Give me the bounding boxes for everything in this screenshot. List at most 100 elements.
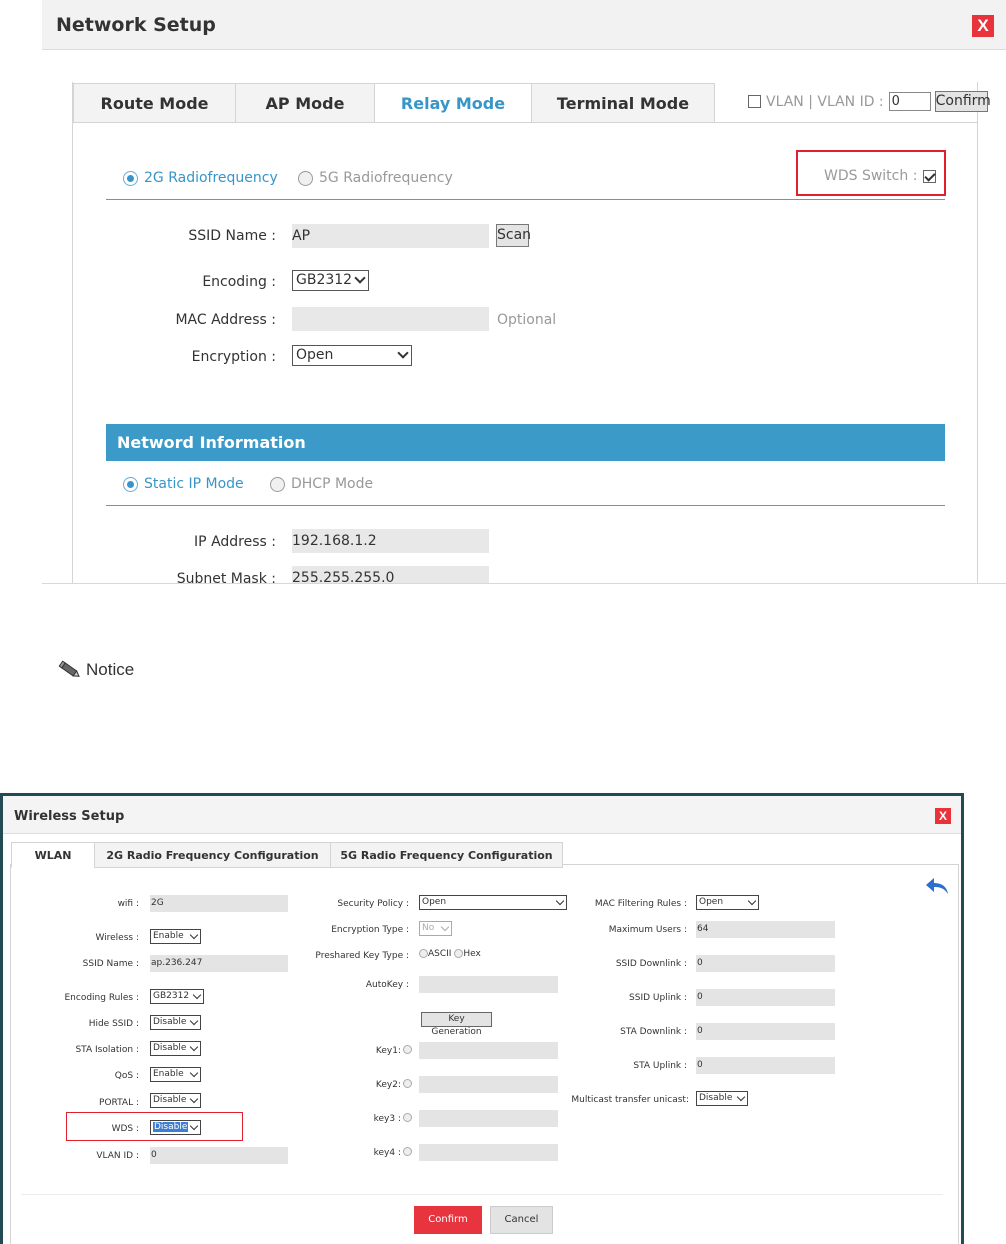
radio-static-ip-label: Static IP Mode: [144, 476, 244, 492]
key2-input[interactable]: [419, 1076, 558, 1093]
ssid-uplink-input[interactable]: 0: [696, 989, 835, 1006]
ssid-name-input[interactable]: ap.236.247: [150, 955, 288, 972]
close-icon[interactable]: X: [935, 808, 951, 824]
back-arrow-icon[interactable]: [924, 876, 950, 896]
tab-2g-config[interactable]: 2G Radio Frequency Configuration: [94, 842, 330, 868]
security-policy-label: Security Policy :: [337, 899, 409, 909]
portal-value: Disable: [153, 1095, 187, 1105]
vlan-control: VLAN | VLAN ID : 0 Confirm: [748, 91, 991, 112]
ssid-name-input[interactable]: AP: [292, 224, 489, 248]
radio-hex[interactable]: [454, 949, 464, 958]
wireless-setup-title: Wireless Setup: [14, 809, 125, 824]
chevron-down-icon: [189, 1094, 199, 1104]
mac-optional-hint: Optional: [497, 312, 557, 328]
ip-address-input[interactable]: 192.168.1.2: [292, 529, 489, 553]
encoding-rules-select[interactable]: GB2312: [150, 989, 204, 1004]
tab-terminal-mode[interactable]: Terminal Mode: [531, 83, 715, 123]
scan-button[interactable]: Scan: [496, 224, 531, 247]
encoding-select[interactable]: GB2312: [292, 270, 369, 291]
encoding-value: GB2312: [296, 272, 353, 288]
tab-route-mode[interactable]: Route Mode: [73, 83, 235, 123]
radio-dhcp-dot[interactable]: [270, 476, 285, 492]
key1-label: Key1:: [375, 1046, 401, 1056]
vlan-id-label: VLAN ID :: [96, 1151, 139, 1161]
wds-label: WDS :: [111, 1124, 139, 1134]
chevron-down-icon: [189, 1016, 199, 1026]
max-users-input[interactable]: 64: [696, 921, 835, 938]
key1-radio[interactable]: [403, 1045, 412, 1054]
mac-filtering-label: MAC Filtering Rules :: [594, 899, 687, 909]
radio-5g-dot[interactable]: [298, 170, 313, 186]
wireless-tabs: WLAN 2G Radio Frequency Configuration 5G…: [11, 842, 563, 868]
key4-input[interactable]: [419, 1144, 558, 1161]
ssid-downlink-input[interactable]: 0: [696, 955, 835, 972]
key2-label: Key2:: [375, 1080, 401, 1090]
vlan-id-input[interactable]: 0: [150, 1147, 288, 1164]
cancel-button[interactable]: Cancel: [490, 1206, 553, 1234]
sta-downlink-label: STA Downlink :: [620, 1027, 687, 1037]
section-divider: [106, 199, 945, 200]
encryption-type-select[interactable]: No: [419, 921, 452, 936]
portal-select[interactable]: Disable: [150, 1093, 201, 1108]
encryption-select[interactable]: Open: [292, 345, 412, 366]
chevron-down-icon: [354, 272, 366, 284]
chevron-down-icon: [736, 1092, 746, 1102]
tab-wlan[interactable]: WLAN: [11, 842, 94, 868]
vlan-id-input[interactable]: 0: [888, 92, 931, 111]
wireless-select[interactable]: Enable: [150, 929, 201, 944]
mac-address-input[interactable]: [292, 307, 489, 331]
radio-hex-label: Hex: [463, 949, 481, 959]
subnet-mask-input[interactable]: 255.255.255.0: [292, 566, 489, 583]
mac-filtering-select[interactable]: Open: [696, 895, 759, 910]
autokey-input[interactable]: [419, 976, 558, 993]
chevron-down-icon: [189, 930, 199, 940]
encryption-value: Open: [296, 347, 334, 363]
key1-input[interactable]: [419, 1042, 558, 1059]
encoding-rules-value: GB2312: [153, 991, 190, 1001]
encryption-label: Encryption :: [191, 349, 276, 365]
network-setup-dialog: Network Setup X Route Mode AP Mode Relay…: [42, 0, 1006, 584]
qos-select[interactable]: Enable: [150, 1067, 201, 1082]
radio-dhcp[interactable]: DHCP Mode: [270, 476, 373, 492]
sta-isolation-label: STA Isolation :: [75, 1045, 139, 1055]
vlan-label: VLAN | VLAN ID :: [766, 93, 884, 110]
tab-5g-config[interactable]: 5G Radio Frequency Configuration: [330, 842, 563, 868]
key3-radio[interactable]: [403, 1113, 412, 1122]
tab-ap-mode[interactable]: AP Mode: [235, 83, 374, 123]
wifi-label: wifi :: [117, 899, 139, 909]
key-generation-button[interactable]: Key Generation: [421, 1012, 492, 1037]
key3-input[interactable]: [419, 1110, 558, 1127]
sta-isolation-select[interactable]: Disable: [150, 1041, 201, 1056]
wifi-input[interactable]: 2G: [150, 895, 288, 912]
wireless-setup-titlebar: Wireless Setup X: [3, 796, 961, 834]
multicast-select[interactable]: Disable: [696, 1091, 748, 1106]
vlan-checkbox[interactable]: [748, 95, 761, 108]
sta-uplink-input[interactable]: 0: [696, 1057, 835, 1074]
sta-downlink-input[interactable]: 0: [696, 1023, 835, 1040]
portal-label: PORTAL :: [99, 1098, 139, 1108]
wds-switch-label: WDS Switch :: [824, 168, 918, 184]
wds-select[interactable]: Disable: [150, 1120, 201, 1135]
confirm-button[interactable]: Confirm: [414, 1206, 482, 1234]
radio-2g[interactable]: 2G Radiofrequency: [123, 170, 278, 186]
key4-radio[interactable]: [403, 1147, 412, 1156]
radio-2g-dot[interactable]: [123, 170, 138, 186]
qos-label: QoS :: [114, 1071, 139, 1081]
radio-static-ip[interactable]: Static IP Mode: [123, 476, 244, 492]
radio-ascii[interactable]: [419, 949, 428, 958]
wds-switch-checkbox[interactable]: [923, 169, 937, 183]
hide-ssid-select[interactable]: Disable: [150, 1015, 201, 1030]
close-icon[interactable]: X: [972, 15, 994, 37]
preshared-key-type-options: ASCII Hex: [419, 949, 481, 959]
radio-5g[interactable]: 5G Radiofrequency: [298, 170, 453, 186]
vlan-confirm-button[interactable]: Confirm: [934, 91, 991, 112]
notice: Notice: [58, 660, 134, 680]
hide-ssid-label: Hide SSID :: [88, 1019, 139, 1029]
mac-filtering-value: Open: [699, 897, 724, 907]
security-policy-select[interactable]: Open: [419, 895, 567, 910]
key2-radio[interactable]: [403, 1079, 412, 1088]
mac-address-label: MAC Address :: [175, 312, 276, 328]
radio-static-ip-dot[interactable]: [123, 476, 138, 492]
preshared-key-type-label: Preshared Key Type :: [315, 951, 409, 961]
tab-relay-mode[interactable]: Relay Mode: [374, 83, 531, 123]
